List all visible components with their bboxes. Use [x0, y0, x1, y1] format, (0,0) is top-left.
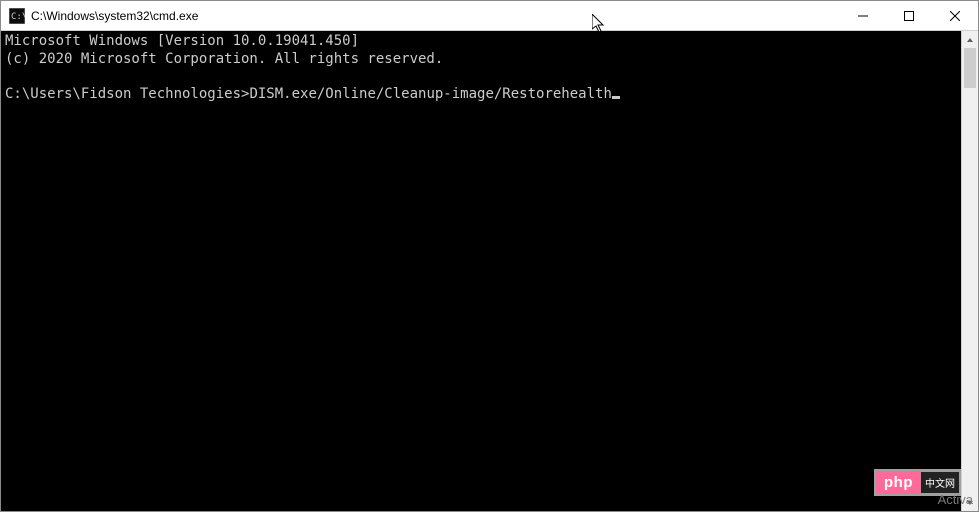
svg-text:C:\: C:\ [11, 12, 25, 22]
php-badge-cn: 中文网 [921, 472, 959, 493]
window-title: C:\Windows\system32\cmd.exe [31, 9, 840, 23]
scroll-down-arrow[interactable] [962, 494, 978, 511]
scroll-track[interactable] [962, 48, 978, 494]
console-area: Microsoft Windows [Version 10.0.19041.45… [1, 31, 978, 511]
scroll-thumb[interactable] [964, 48, 976, 88]
php-badge: php 中文网 [874, 469, 961, 496]
console-command: DISM.exe/Online/Cleanup-image/Restorehea… [249, 86, 611, 102]
vertical-scrollbar[interactable] [961, 31, 978, 511]
minimize-button[interactable] [840, 1, 886, 30]
cmd-window: C:\ C:\Windows\system32\cmd.exe Microsof… [0, 0, 979, 512]
cmd-icon: C:\ [9, 8, 25, 24]
console-output[interactable]: Microsoft Windows [Version 10.0.19041.45… [1, 31, 961, 511]
titlebar[interactable]: C:\ C:\Windows\system32\cmd.exe [1, 1, 978, 31]
console-prompt: C:\Users\Fidson Technologies> [5, 86, 249, 102]
console-line: (c) 2020 Microsoft Corporation. All righ… [5, 51, 443, 67]
window-controls [840, 1, 978, 30]
maximize-button[interactable] [886, 1, 932, 30]
php-badge-label: php [876, 471, 921, 494]
scroll-up-arrow[interactable] [962, 31, 978, 48]
text-cursor [612, 96, 620, 99]
close-button[interactable] [932, 1, 978, 30]
console-line: Microsoft Windows [Version 10.0.19041.45… [5, 33, 359, 49]
